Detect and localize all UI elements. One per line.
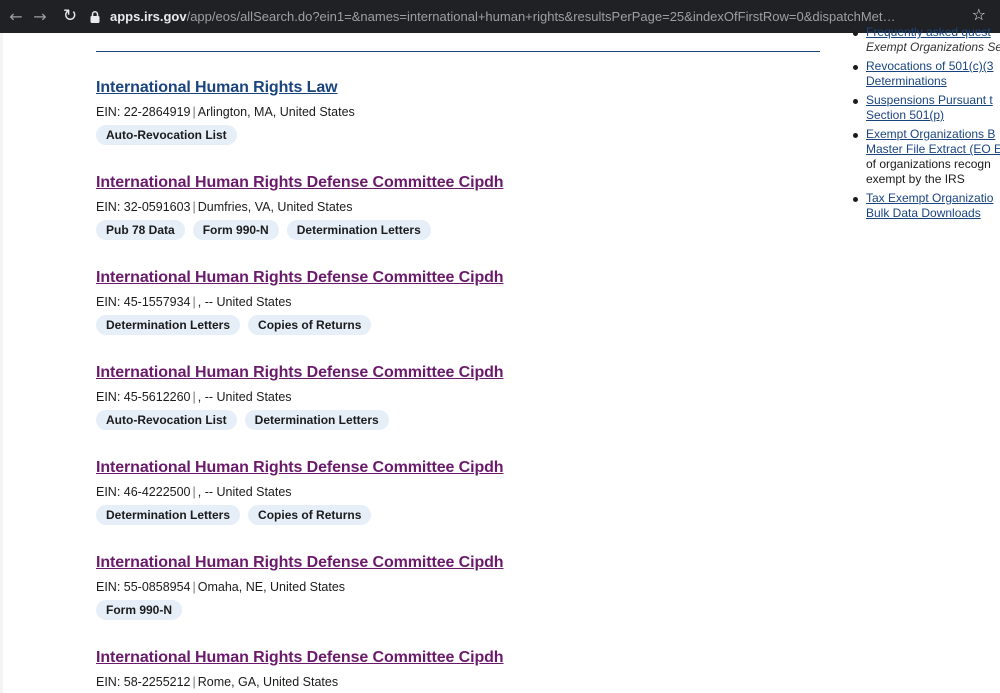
sidebar-link[interactable]: Suspensions Pursuant t (866, 93, 1000, 108)
result-item: International Human Rights Defense Commi… (96, 554, 504, 620)
database-tag[interactable]: Determination Letters (96, 505, 241, 525)
meta-separator: | (192, 200, 196, 214)
meta-separator: | (192, 580, 196, 594)
related-links-sidebar: Frequently asked quest Exempt Organizatio… (848, 25, 1000, 225)
result-title-link[interactable]: International Human Rights Defense Commi… (96, 174, 504, 192)
database-tag[interactable]: Pub 78 Data (96, 220, 185, 240)
ein-number: EIN: 32-0591603 (96, 200, 191, 214)
result-item: International Human Rights Defense Commi… (96, 649, 504, 689)
result-meta: EIN: 45-5612260 |, -- United States (96, 390, 504, 404)
sidebar-link-item: Exempt Organizations B Master File Extrac… (848, 127, 1000, 187)
database-tag[interactable]: Determination Letters (286, 220, 431, 240)
result-title-link[interactable]: International Human Rights Defense Commi… (96, 649, 504, 667)
meta-separator: | (192, 675, 196, 689)
result-title-link[interactable]: International Human Rights Defense Commi… (96, 554, 504, 572)
database-tag[interactable]: Copies of Returns (248, 505, 372, 525)
forward-arrow-icon[interactable]: → (28, 0, 52, 33)
result-title-link[interactable]: International Human Rights Law (96, 79, 355, 97)
result-location: Omaha, NE, United States (197, 580, 346, 594)
result-item: International Human Rights Defense Commi… (96, 459, 504, 525)
sidebar-link[interactable]: Section 501(p) (866, 108, 1000, 123)
result-item: International Human Rights Defense Commi… (96, 364, 504, 430)
sidebar-link-description: exempt by the IRS (866, 172, 965, 186)
database-tag[interactable]: Form 990-N (192, 220, 279, 240)
result-title-link[interactable]: International Human Rights Defense Commi… (96, 364, 504, 382)
result-item: International Human Rights Defense Commi… (96, 269, 504, 335)
meta-separator: | (192, 485, 196, 499)
url-path: /app/eos/allSearch.do?ein1=&names=intern… (186, 9, 902, 24)
database-tag[interactable]: Determination Letters (96, 315, 241, 335)
sidebar-link[interactable]: Determinations (866, 74, 1000, 89)
meta-separator: | (192, 105, 196, 119)
result-title-link[interactable]: International Human Rights Defense Commi… (96, 269, 504, 287)
left-edge (0, 33, 3, 693)
result-item: International Human Rights Law EIN: 22-28… (96, 79, 355, 145)
sidebar-link-item: Suspensions Pursuant t Section 501(p) (848, 93, 1000, 123)
database-tag[interactable]: Auto-Revocation List (96, 410, 237, 430)
sidebar-link[interactable]: Bulk Data Downloads (866, 206, 1000, 221)
database-tag[interactable]: Form 990-N (96, 600, 183, 620)
result-title-link[interactable]: International Human Rights Defense Commi… (96, 459, 504, 477)
ein-number: EIN: 58-2255212 (96, 675, 191, 689)
result-meta: EIN: 45-1557934 |, -- United States (96, 295, 504, 309)
result-location: , -- United States (197, 295, 292, 309)
meta-separator: | (192, 390, 196, 404)
result-location: , -- United States (197, 390, 292, 404)
sidebar-link-description: of organizations recogn (866, 157, 991, 171)
sidebar-link[interactable]: Exempt Organizations B (866, 127, 1000, 142)
result-tags: Form 990-N (96, 600, 504, 620)
star-icon[interactable]: ☆ (972, 5, 986, 24)
result-location: , -- United States (197, 485, 292, 499)
database-tag[interactable]: Copies of Returns (248, 315, 372, 335)
result-tags: Auto-Revocation List (96, 125, 355, 145)
sidebar-link-item: Frequently asked quest Exempt Organizatio… (848, 25, 1000, 55)
sidebar-link-item: Tax Exempt Organizatio Bulk Data Download… (848, 191, 1000, 221)
ein-number: EIN: 55-0858954 (96, 580, 191, 594)
ein-number: EIN: 45-5612260 (96, 390, 191, 404)
result-item: International Human Rights Defense Commi… (96, 174, 504, 240)
results-divider (96, 51, 820, 52)
result-location: Rome, GA, United States (197, 675, 339, 689)
reload-icon[interactable]: ↻ (58, 0, 82, 33)
result-tags: Determination Letters Copies of Returns (96, 315, 504, 335)
database-tag[interactable]: Auto-Revocation List (96, 125, 237, 145)
sidebar-link[interactable]: Frequently asked quest (866, 25, 1000, 40)
database-tag[interactable]: Determination Letters (244, 410, 389, 430)
url-host: apps.irs.gov (110, 9, 187, 24)
result-meta: EIN: 55-0858954 | Omaha, NE, United States (96, 580, 504, 594)
ein-number: EIN: 45-1557934 (96, 295, 191, 309)
result-meta: EIN: 32-0591603 | Dumfries, VA, United Sta… (96, 200, 504, 214)
sidebar-link[interactable]: Revocations of 501(c)(3 (866, 59, 1000, 74)
result-tags: Auto-Revocation List Determination Letter… (96, 410, 504, 430)
ein-number: EIN: 46-4222500 (96, 485, 191, 499)
sidebar-link[interactable]: Master File Extract (EO E (866, 142, 1000, 157)
sidebar-link-subtitle: Exempt Organizations Se (866, 40, 1000, 54)
result-meta: EIN: 58-2255212 | Rome, GA, United States (96, 675, 504, 689)
sidebar-link[interactable]: Tax Exempt Organizatio (866, 191, 1000, 206)
ein-number: EIN: 22-2864919 (96, 105, 191, 119)
result-meta: EIN: 22-2864919 | Arlington, MA, United St… (96, 105, 355, 119)
back-arrow-icon[interactable]: ← (4, 0, 28, 33)
result-tags: Determination Letters Copies of Returns (96, 505, 504, 525)
sidebar-link-item: Revocations of 501(c)(3 Determinations (848, 59, 1000, 89)
result-meta: EIN: 46-4222500 |, -- United States (96, 485, 504, 499)
meta-separator: | (192, 295, 196, 309)
result-location: Arlington, MA, United States (197, 105, 355, 119)
result-location: Dumfries, VA, United States (197, 200, 353, 214)
lock-icon (90, 10, 100, 23)
result-tags: Pub 78 Data Form 990-N Determination Lette… (96, 220, 504, 240)
